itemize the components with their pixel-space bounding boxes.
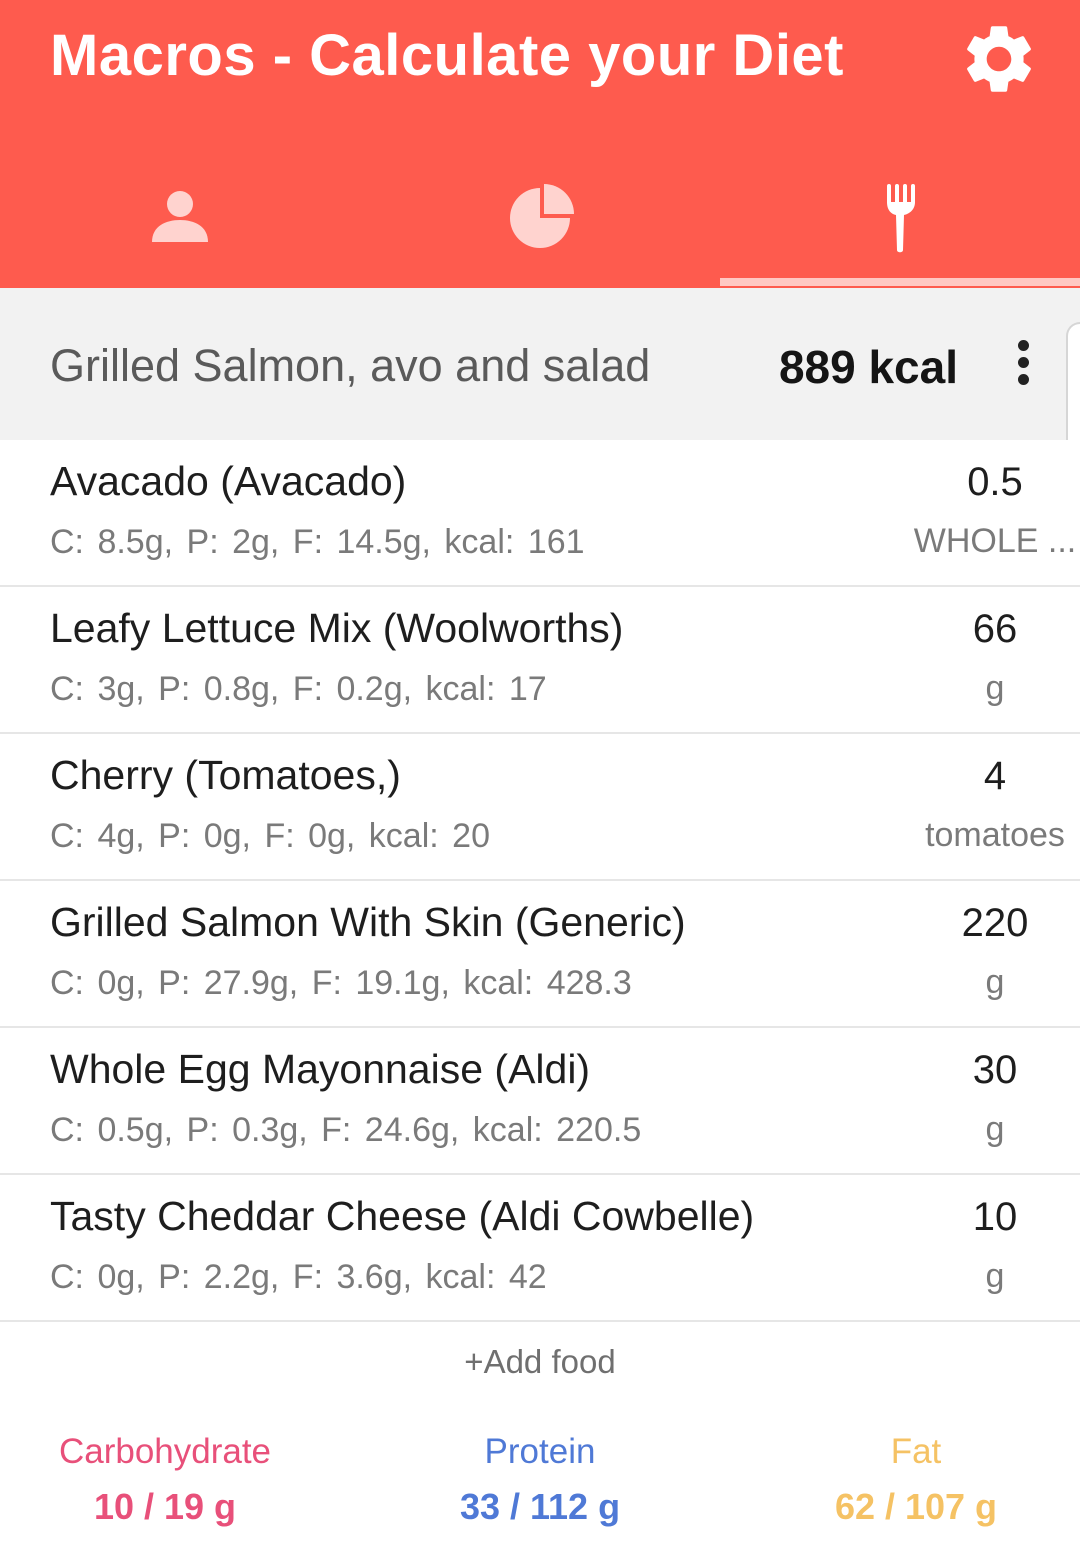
food-quantity: 66 [972, 607, 1018, 651]
food-row[interactable]: Cherry (Tomatoes,) C: 4g, P: 0g, F: 0g, … [0, 734, 1080, 881]
food-row[interactable]: Whole Egg Mayonnaise (Aldi) C: 0.5g, P: … [0, 1028, 1080, 1175]
food-macros: C: 3g, P: 0.8g, F: 0.2g, kcal: 17 [50, 670, 547, 708]
food-quantity: 10 [972, 1195, 1018, 1239]
food-row[interactable]: Avacado (Avacado) C: 8.5g, P: 2g, F: 14.… [0, 440, 1080, 587]
more-vert-icon[interactable] [1010, 340, 1036, 388]
person-icon [152, 190, 208, 242]
protein-label: Protein [484, 1432, 596, 1471]
protein-total: Protein 33 / 112 g [375, 1432, 705, 1528]
meal-name: Grilled Salmon, avo and salad [50, 340, 651, 391]
pie-chart-icon [510, 183, 574, 248]
carbohydrate-value: 10 / 19 g [93, 1486, 237, 1527]
fat-label: Fat [890, 1432, 942, 1471]
app-title: Macros - Calculate your Diet [50, 23, 844, 88]
tab-food[interactable] [720, 150, 1080, 285]
macro-totals: Carbohydrate 10 / 19 g Protein 33 / 112 … [0, 1432, 1080, 1542]
food-unit: g [985, 1110, 1005, 1148]
food-macros: C: 0.5g, P: 0.3g, F: 24.6g, kcal: 220.5 [50, 1111, 642, 1149]
meal-header[interactable]: Grilled Salmon, avo and salad 889 kcal [0, 288, 1080, 442]
food-unit: WHOLE ... [913, 522, 1077, 560]
gear-icon[interactable] [958, 18, 1040, 100]
food-name: Avacado (Avacado) [50, 458, 407, 504]
food-unit: g [985, 963, 1005, 1001]
food-name: Tasty Cheddar Cheese (Aldi Cowbelle) [50, 1193, 755, 1239]
food-name: Grilled Salmon With Skin (Generic) [50, 899, 686, 945]
food-row[interactable]: Leafy Lettuce Mix (Woolworths) C: 3g, P:… [0, 587, 1080, 734]
food-macros: C: 0g, P: 2.2g, F: 3.6g, kcal: 42 [50, 1258, 547, 1296]
add-food-button[interactable]: +Add food [0, 1343, 1080, 1381]
carbohydrate-total: Carbohydrate 10 / 19 g [0, 1432, 330, 1528]
fat-total: Fat 62 / 107 g [751, 1432, 1080, 1528]
food-list: Avacado (Avacado) C: 8.5g, P: 2g, F: 14.… [0, 440, 1080, 1322]
carbohydrate-label: Carbohydrate [58, 1432, 272, 1471]
fat-value: 62 / 107 g [834, 1486, 998, 1527]
app-bar: Macros - Calculate your Diet [0, 0, 1080, 288]
food-name: Whole Egg Mayonnaise (Aldi) [50, 1046, 591, 1092]
food-row[interactable]: Grilled Salmon With Skin (Generic) C: 0g… [0, 881, 1080, 1028]
fork-icon [887, 183, 915, 252]
food-quantity: 0.5 [967, 460, 1023, 504]
food-macros: C: 4g, P: 0g, F: 0g, kcal: 20 [50, 817, 490, 855]
tab-stats[interactable] [360, 150, 720, 285]
tab-bar [0, 150, 1080, 285]
food-quantity: 4 [983, 754, 1007, 798]
food-quantity: 220 [961, 901, 1029, 945]
food-name: Cherry (Tomatoes,) [50, 752, 401, 798]
food-unit: g [985, 669, 1005, 707]
protein-value: 33 / 112 g [459, 1486, 621, 1527]
food-unit: tomatoes [925, 816, 1065, 854]
active-tab-indicator [720, 278, 1080, 286]
food-row[interactable]: Tasty Cheddar Cheese (Aldi Cowbelle) C: … [0, 1175, 1080, 1322]
food-macros: C: 8.5g, P: 2g, F: 14.5g, kcal: 161 [50, 523, 585, 561]
food-name: Leafy Lettuce Mix (Woolworths) [50, 605, 624, 651]
food-macros: C: 0g, P: 27.9g, F: 19.1g, kcal: 428.3 [50, 964, 632, 1002]
tab-profile[interactable] [0, 150, 360, 285]
food-quantity: 30 [972, 1048, 1018, 1092]
food-unit: g [985, 1257, 1005, 1295]
meal-kcal: 889 kcal [778, 341, 958, 393]
